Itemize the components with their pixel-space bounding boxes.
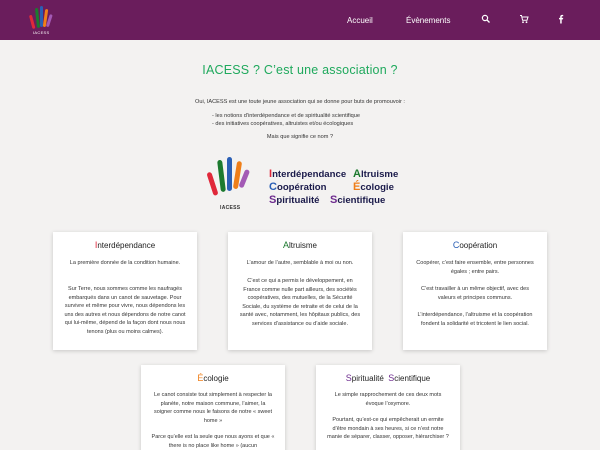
iacess-large-logo [207, 157, 250, 196]
acronym-letter-c: C [269, 181, 277, 193]
card-title: Écologie [141, 373, 285, 383]
intro-text: Oui, IACESS est une toute jeune associat… [195, 99, 405, 105]
card-paragraph: Le canot consiste tout simplement à resp… [153, 392, 272, 424]
card-title-text: cologie [203, 374, 229, 383]
acronym-word: piritualité [276, 195, 320, 206]
card-title: Interdépendance [53, 240, 197, 250]
card-title-text: piritualité [351, 374, 384, 383]
card-paragraph: Pourtant, qu’est-ce qui empêcherait un e… [327, 417, 449, 441]
card-paragraph: La première donnée de la condition humai… [69, 260, 181, 266]
card-title-text: nterdépendance [97, 241, 156, 250]
page-title: IACESS ? C’est une association ? [202, 63, 398, 77]
card-paragraph: L’amour de l’autre, semblable à moi ou n… [246, 260, 354, 266]
card-paragraph: Le simple rapprochement de ces deux mots… [334, 392, 442, 407]
card-ecologie: Écologie Le canot consiste tout simpleme… [141, 365, 285, 450]
intro-question: Mais que signifie ce nom ? [266, 134, 334, 140]
card-paragraph: C’est ce qui a permis le développement, … [239, 278, 361, 327]
card-paragraph: Coopérer, c’est faire ensemble, entre pe… [416, 260, 534, 275]
card-interdependance: Interdépendance La première donnée de la… [53, 232, 197, 350]
card-title-text: cientifique [394, 374, 431, 383]
card-title: Spiritualité Scientifique [316, 373, 460, 383]
card-altruisme: Altruisme L’amour de l’autre, semblable … [228, 232, 372, 350]
acronym-row-1: Interdépendance Altruisme [269, 168, 398, 180]
card-paragraph: Sur Terre, nous sommes comme les naufrag… [64, 286, 186, 335]
card-paragraph: Parce qu’elle est la seule que nous ayon… [151, 434, 275, 449]
acronym-word: cologie [360, 182, 394, 193]
card-title-text: oopération [459, 241, 498, 250]
acronym-word: nterdépendance [272, 169, 347, 180]
nav-evenements[interactable]: Évènements [406, 16, 450, 25]
card-title: Coopération [403, 240, 547, 250]
acronym-row-2: Coopération Écologie [269, 181, 394, 193]
facebook-icon[interactable] [556, 14, 566, 24]
card-spiritualite-scientifique: Spiritualité Scientifique Le simple rapp… [316, 365, 460, 450]
acronym-letter-a: A [353, 168, 361, 180]
card-title: Altruisme [228, 240, 372, 250]
acronym-word: cientifique [337, 195, 386, 206]
acronym-word: ltruisme [360, 169, 399, 180]
logo-caption: IACESS [33, 30, 50, 35]
cart-icon[interactable] [519, 14, 529, 24]
top-navigation-bar: IACESS Accueil Évènements [0, 0, 600, 40]
card-paragraph: L’interdépendance, l’altruisme et la coo… [417, 312, 533, 327]
card-title-text: ltruisme [289, 241, 318, 250]
nav-accueil[interactable]: Accueil [347, 16, 373, 25]
acronym-word: oopération [276, 182, 327, 193]
search-icon[interactable] [481, 14, 491, 24]
intro-bullet-1: - les notions d’interdépendance et de sp… [212, 113, 361, 119]
large-logo-caption: IACESS [220, 205, 241, 211]
card-cooperation: Coopération Coopérer, c’est faire ensemb… [403, 232, 547, 350]
card-paragraph: C’est travailler à un même objectif, ave… [421, 286, 529, 301]
intro-bullet-2: - des initiatives coopératives, altruist… [212, 121, 354, 127]
acronym-row-3: Spiritualité Scientifique [269, 194, 385, 206]
